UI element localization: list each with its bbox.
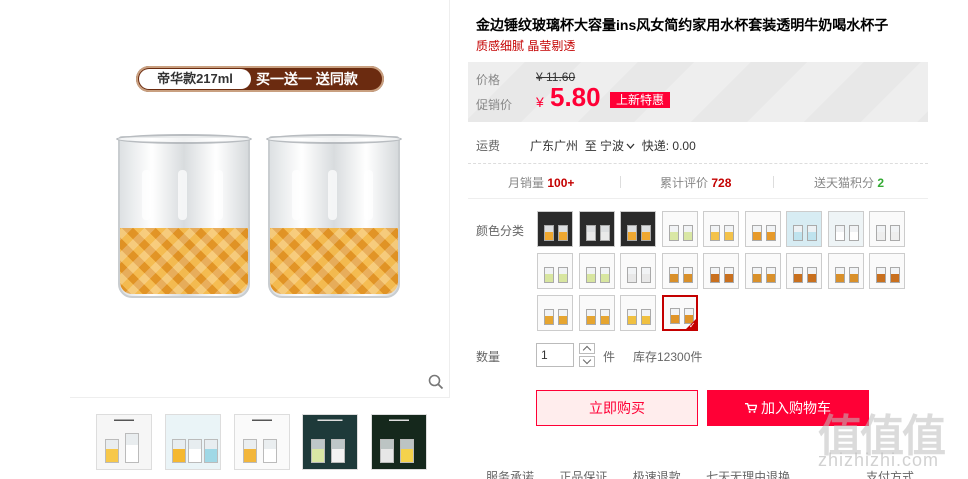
promo-banner: 帝华款217ml 买一送一 送同款	[136, 66, 384, 92]
shipping-label: 运费	[476, 139, 501, 153]
color-swatch-22[interactable]: ✓	[661, 295, 698, 331]
color-swatch-15[interactable]	[744, 253, 781, 289]
site-watermark: 值值值 zhizhizhi.com	[810, 398, 968, 479]
divider	[468, 163, 928, 164]
price-panel: 价格 ¥ 11.60 促销价 ¥ 5.80 上新特惠	[468, 62, 928, 122]
ship-to-prefix: 至	[584, 139, 597, 153]
color-swatch-20[interactable]	[578, 295, 615, 331]
buy-now-button[interactable]: 立即购买	[536, 390, 698, 426]
thumbnail-4[interactable]: ▬▬▬▬▬	[302, 414, 358, 470]
promo-price: 5.80	[550, 82, 601, 112]
color-swatch-19[interactable]	[537, 295, 573, 331]
main-product-image[interactable]: 帝华款217ml 买一送一 送同款	[70, 0, 450, 398]
points-label: 送天猫积分	[814, 176, 875, 190]
color-swatch-17[interactable]	[827, 253, 864, 289]
color-swatch-4[interactable]	[661, 211, 698, 247]
color-swatch-11[interactable]	[578, 253, 615, 289]
color-option-label: 颜色分类	[476, 224, 525, 238]
color-swatch-7[interactable]	[786, 211, 822, 247]
quantity-increase-button[interactable]	[579, 343, 595, 354]
color-swatch-21[interactable]	[620, 295, 656, 331]
cart-icon	[745, 403, 757, 413]
price-label: 价格	[476, 73, 501, 87]
ship-to-select[interactable]: 宁波	[600, 139, 635, 153]
promo-offer: 买一送一 送同款	[256, 71, 358, 87]
service-item[interactable]: 七天无理由退换	[706, 470, 790, 479]
divider	[468, 198, 928, 199]
currency-symbol: ¥	[536, 94, 544, 110]
thumbnail-1[interactable]: ▬▬▬▬	[96, 414, 152, 470]
glass-image-left	[116, 134, 252, 298]
thumbnail-5[interactable]: ▬▬▬▬	[371, 414, 427, 470]
ship-to: 宁波	[600, 139, 625, 153]
zoom-icon[interactable]	[428, 374, 444, 390]
quantity-decrease-button[interactable]	[579, 356, 595, 367]
color-swatch-8[interactable]	[827, 211, 864, 247]
color-swatch-18[interactable]	[869, 253, 905, 289]
color-swatch-5[interactable]	[703, 211, 739, 247]
color-swatch-16[interactable]	[786, 253, 822, 289]
reviews-label: 累计评价	[660, 176, 709, 190]
color-swatch-14[interactable]	[703, 253, 739, 289]
promo-badge: 上新特惠	[610, 92, 671, 108]
quantity-unit: 件	[603, 350, 616, 364]
tmall-points: 送天猫积分 2	[814, 174, 884, 191]
reviews-value: 728	[711, 176, 732, 190]
product-title: 金边锤纹玻璃杯大容量ins风女简约家用水杯套装透明牛奶喝水杯子	[476, 17, 889, 33]
quantity-label: 数量	[476, 350, 501, 364]
promo-capacity: 帝华款217ml	[139, 69, 251, 89]
monthly-sales-label: 月销量	[508, 176, 545, 190]
thumbnail-3[interactable]: ▬▬▬▬	[234, 414, 290, 470]
service-item[interactable]: 正品保证	[559, 470, 607, 479]
monthly-sales: 月销量 100+	[508, 174, 574, 191]
shipping-info: 广东广州 至 宁波 快递: 0.00	[530, 137, 696, 154]
color-swatch-12[interactable]	[620, 253, 656, 289]
color-swatch-10[interactable]	[537, 253, 573, 289]
color-swatch-1[interactable]	[537, 211, 573, 247]
promo-price-label: 促销价	[476, 98, 513, 112]
ship-from: 广东广州	[530, 139, 579, 153]
color-swatch-6[interactable]	[744, 211, 781, 247]
points-value: 2	[877, 176, 885, 190]
glass-image-right	[266, 134, 402, 298]
ship-method: 快递: 0.00	[641, 139, 696, 153]
color-swatch-2[interactable]	[578, 211, 615, 247]
quantity-input[interactable]	[536, 343, 574, 367]
service-promises: 服务承诺 正品保证 极速退款 七天无理由退换	[486, 468, 812, 479]
service-item: 服务承诺	[486, 470, 535, 479]
monthly-sales-value: 100+	[547, 176, 575, 190]
chevron-down-icon	[626, 143, 635, 149]
sales-stats: 月销量 100+ 累计评价 728 送天猫积分 2	[468, 168, 928, 196]
thumbnail-2[interactable]	[165, 414, 221, 470]
color-swatch-9[interactable]	[869, 211, 905, 247]
product-subtitle: 质感细腻 晶莹剔透	[476, 39, 576, 53]
color-swatch-13[interactable]	[661, 253, 698, 289]
stock-count: 库存12300件	[633, 350, 703, 364]
watermark-url: zhizhizhi.com	[818, 450, 940, 470]
reviews-count[interactable]: 累计评价 728	[660, 174, 731, 191]
service-item[interactable]: 极速退款	[633, 470, 681, 479]
color-swatch-3[interactable]	[620, 211, 656, 247]
